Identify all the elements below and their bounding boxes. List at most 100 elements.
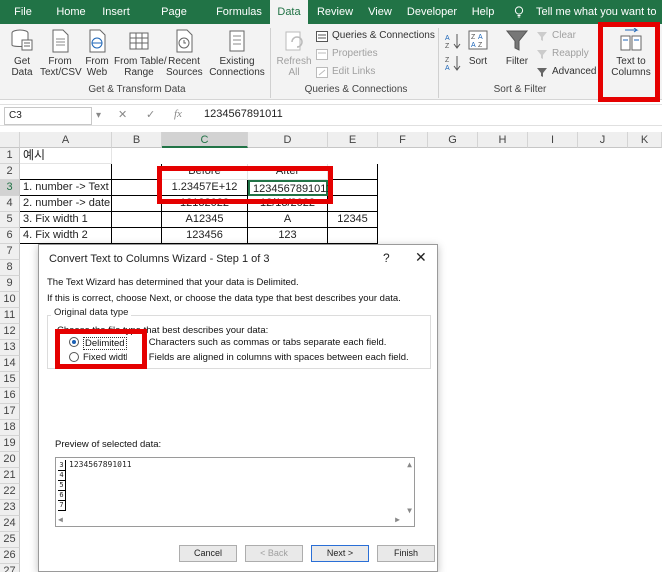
row-header-17[interactable]: 17 bbox=[0, 404, 20, 420]
cell-a5[interactable]: 3. Fix width 1 bbox=[20, 212, 112, 228]
row-header-14[interactable]: 14 bbox=[0, 356, 20, 372]
text-to-columns-button[interactable]: Text to Columns bbox=[606, 28, 656, 78]
tab-page-layout[interactable]: Page Layout bbox=[144, 0, 204, 42]
delimited-radio[interactable] bbox=[69, 337, 79, 347]
name-box[interactable]: C3 bbox=[4, 107, 92, 125]
column-header-k[interactable]: K bbox=[628, 132, 662, 148]
existing-connections-button[interactable]: Existing Connections bbox=[208, 28, 266, 78]
cell-c4[interactable]: 12132022 bbox=[162, 196, 248, 212]
row-header-22[interactable]: 22 bbox=[0, 484, 20, 500]
row-header-3[interactable]: 3 bbox=[0, 180, 20, 196]
from-web-button[interactable]: From Web bbox=[82, 28, 112, 78]
column-header-f[interactable]: F bbox=[378, 132, 428, 148]
scroll-left-icon[interactable]: ◀ bbox=[58, 515, 63, 524]
cell-c5[interactable]: A12345 bbox=[162, 212, 248, 228]
table-cell[interactable] bbox=[328, 164, 378, 180]
row-header-27[interactable]: 27 bbox=[0, 564, 20, 572]
column-header-j[interactable]: J bbox=[578, 132, 628, 148]
insert-function-icon[interactable]: fx bbox=[174, 108, 182, 120]
formula-input[interactable]: 1234567891011 bbox=[204, 108, 283, 120]
queries-connections-button[interactable]: Queries & Connections bbox=[316, 28, 435, 44]
clear-button[interactable]: Clear bbox=[536, 28, 576, 44]
cell-d6[interactable]: 123 bbox=[248, 228, 328, 244]
filter-button[interactable]: Filter bbox=[502, 28, 532, 67]
table-cell[interactable] bbox=[328, 180, 378, 196]
tab-file[interactable]: File bbox=[6, 0, 40, 24]
row-header-10[interactable]: 10 bbox=[0, 292, 20, 308]
table-cell[interactable] bbox=[328, 196, 378, 212]
column-header-a[interactable]: A bbox=[20, 132, 112, 148]
column-header-e[interactable]: E bbox=[328, 132, 378, 148]
enter-icon[interactable]: ✓ bbox=[146, 108, 155, 121]
select-all-corner[interactable] bbox=[0, 132, 20, 148]
row-header-6[interactable]: 6 bbox=[0, 228, 20, 244]
row-header-24[interactable]: 24 bbox=[0, 516, 20, 532]
tab-formulas[interactable]: Formulas bbox=[214, 0, 264, 24]
row-header-11[interactable]: 11 bbox=[0, 308, 20, 324]
column-header-i[interactable]: I bbox=[528, 132, 578, 148]
row-header-21[interactable]: 21 bbox=[0, 468, 20, 484]
from-text-csv-button[interactable]: From Text/CSV bbox=[40, 28, 82, 78]
cell-c2[interactable]: Before bbox=[162, 164, 248, 180]
table-cell[interactable] bbox=[112, 196, 162, 212]
row-header-13[interactable]: 13 bbox=[0, 340, 20, 356]
row-header-15[interactable]: 15 bbox=[0, 372, 20, 388]
cell-a6[interactable]: 4. Fix width 2 bbox=[20, 228, 112, 244]
cell-d2[interactable]: After bbox=[248, 164, 328, 180]
row-header-26[interactable]: 26 bbox=[0, 548, 20, 564]
row-header-23[interactable]: 23 bbox=[0, 500, 20, 516]
tab-help[interactable]: Help bbox=[468, 0, 498, 24]
tab-view[interactable]: View bbox=[364, 0, 396, 24]
tab-insert[interactable]: Insert bbox=[98, 0, 134, 24]
tell-me-search[interactable]: Tell me what you want to do bbox=[536, 0, 662, 42]
cell-d5[interactable]: A bbox=[248, 212, 328, 228]
row-header-19[interactable]: 19 bbox=[0, 436, 20, 452]
refresh-all-button[interactable]: Refresh All bbox=[276, 28, 312, 78]
cell-c6[interactable]: 123456 bbox=[162, 228, 248, 244]
row-header-1[interactable]: 1 bbox=[0, 148, 20, 164]
recent-sources-button[interactable]: Recent Sources bbox=[166, 28, 203, 78]
cancel-button[interactable]: Cancel bbox=[179, 545, 237, 562]
column-header-c[interactable]: C bbox=[162, 132, 248, 148]
get-data-button[interactable]: Get Data bbox=[6, 28, 38, 78]
fixed-width-label[interactable]: Fixed width bbox=[83, 352, 131, 363]
row-header-20[interactable]: 20 bbox=[0, 452, 20, 468]
column-header-g[interactable]: G bbox=[428, 132, 478, 148]
table-cell[interactable] bbox=[112, 164, 162, 180]
table-cell[interactable] bbox=[328, 228, 378, 244]
tab-home[interactable]: Home bbox=[52, 0, 90, 24]
table-cell[interactable] bbox=[112, 212, 162, 228]
next-button[interactable]: Next > bbox=[311, 545, 369, 562]
table-cell[interactable] bbox=[20, 164, 112, 180]
cell-e5[interactable]: 12345 bbox=[328, 212, 378, 228]
row-header-25[interactable]: 25 bbox=[0, 532, 20, 548]
edit-links-button[interactable]: Edit Links bbox=[316, 64, 375, 80]
from-table-range-button[interactable]: From Table/ Range bbox=[114, 28, 167, 78]
sort-az-icon[interactable]: A Z bbox=[444, 32, 462, 50]
table-cell[interactable] bbox=[112, 228, 162, 244]
delimited-label[interactable]: Delimited bbox=[83, 337, 127, 350]
row-header-12[interactable]: 12 bbox=[0, 324, 20, 340]
cell-a3[interactable]: 1. number -> Text bbox=[20, 180, 112, 196]
sort-button[interactable]: Z A A Z Sort bbox=[464, 28, 492, 67]
sort-za-icon[interactable]: Z A bbox=[444, 54, 462, 72]
tab-data[interactable]: Data bbox=[270, 0, 308, 24]
row-header-9[interactable]: 9 bbox=[0, 276, 20, 292]
column-header-h[interactable]: H bbox=[478, 132, 528, 148]
fixed-width-radio[interactable] bbox=[69, 352, 79, 362]
cell-d4[interactable]: 12/13/2022 bbox=[248, 196, 328, 212]
table-cell[interactable] bbox=[112, 180, 162, 196]
preview-pane[interactable]: 3 1234567891011 4 5 6 7 ▲ ▼ ◀ ▶ bbox=[55, 457, 415, 527]
row-header-18[interactable]: 18 bbox=[0, 420, 20, 436]
help-icon[interactable]: ? bbox=[383, 251, 390, 265]
scroll-down-icon[interactable]: ▼ bbox=[407, 506, 412, 515]
close-icon[interactable]: ✕ bbox=[415, 249, 427, 266]
properties-button[interactable]: Properties bbox=[316, 46, 378, 62]
tab-review[interactable]: Review bbox=[314, 0, 356, 24]
back-button[interactable]: < Back bbox=[245, 545, 303, 562]
row-header-16[interactable]: 16 bbox=[0, 388, 20, 404]
cell-a1[interactable]: 예시 bbox=[20, 148, 112, 164]
advanced-button[interactable]: Advanced bbox=[536, 64, 596, 80]
cell-a4[interactable]: 2. number -> date bbox=[20, 196, 112, 212]
column-header-b[interactable]: B bbox=[112, 132, 162, 148]
